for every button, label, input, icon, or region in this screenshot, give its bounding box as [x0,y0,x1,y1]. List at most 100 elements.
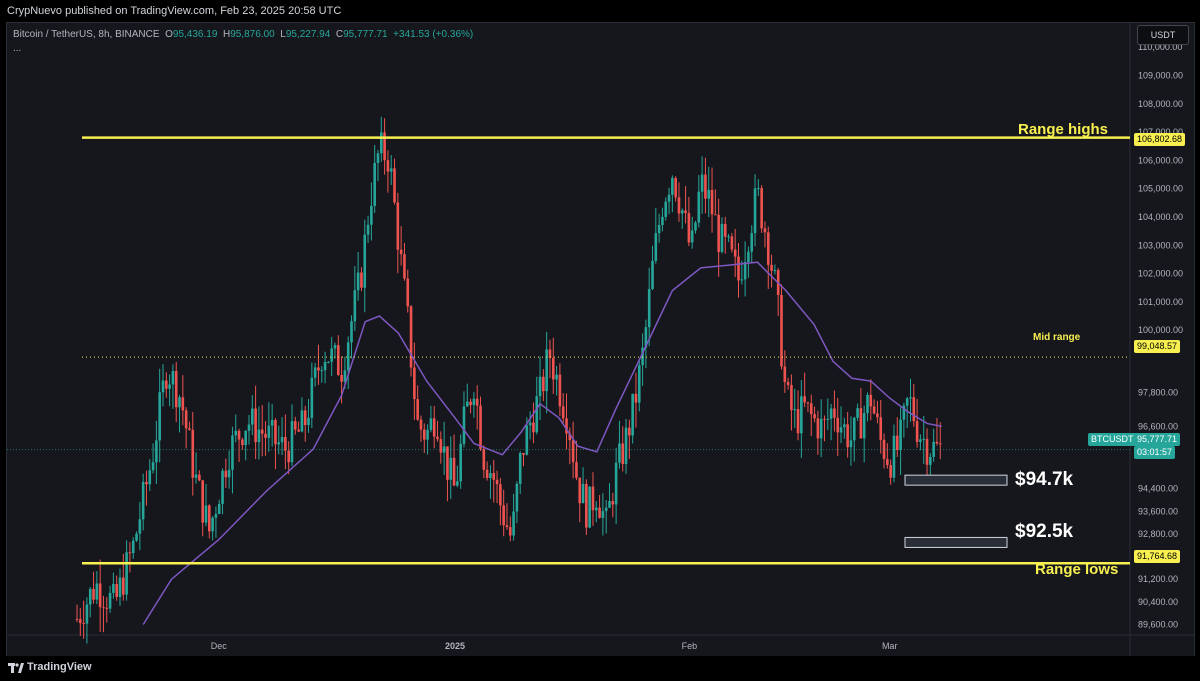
candle-body [105,607,109,609]
candle-body [277,442,281,445]
candle-body [727,236,730,238]
candle-body [532,422,535,433]
range-lows-label: Range lows [1035,561,1119,578]
candle-body [578,477,582,504]
candle-body [816,418,820,439]
candle-body [327,361,330,363]
candle-body [174,371,178,408]
candle-body [859,408,863,439]
candle-body [558,374,562,407]
candle-body [505,525,509,528]
price-tick-label: 93,600.00 [1138,506,1178,516]
candle-body [555,374,558,380]
candle-body [489,473,492,478]
candle-body [82,623,85,625]
candle-body [889,465,892,478]
candle-body [485,469,489,478]
target-92k-label: $92.5k [1015,521,1074,542]
candle-body [664,201,668,217]
candle-body [704,174,707,199]
candle-body [674,178,677,198]
tradingview-brand[interactable]: TradingView [27,661,92,673]
candle-body [422,429,426,440]
candle-body [839,427,843,433]
candle-body [750,233,754,252]
candle-body [257,429,261,443]
mid-range-price-tag: 99,048.57 [1134,340,1181,353]
candle-body [333,345,337,349]
candle-body [436,436,439,440]
candle-body [201,480,204,523]
candle-body [637,365,641,403]
candle-body [115,583,118,597]
candle-body [869,394,873,407]
price-chart[interactable]: 110,000.00109,000.00108,000.00107,000.00… [7,23,1194,656]
candle-body [915,421,919,442]
price-tick-label: 104,000.00 [1138,212,1183,222]
candle-body [125,552,128,595]
candle-body [700,174,704,192]
candle-body [499,484,502,506]
candle-body [98,583,102,608]
price-tick-label: 106,000.00 [1138,155,1183,165]
tradingview-logo-icon[interactable] [8,661,24,675]
candle-body [856,408,859,418]
candle-body [876,413,879,418]
candle-body [399,249,403,255]
candle-body [545,349,548,392]
candle-body [836,417,840,433]
price-tick-label: 109,000.00 [1138,70,1183,80]
candle-body [508,527,512,536]
candle-body [165,380,168,389]
footer: TradingView [0,656,1200,681]
candle-body [112,583,115,593]
candle-body [790,384,793,411]
candle-body [518,453,522,484]
time-tick-label: Dec [211,641,228,651]
candle-body [141,481,145,520]
range-high-price-tag: 106,802.68 [1134,133,1186,146]
candle-body [512,511,515,536]
candle-body [307,417,310,426]
candle-body [449,457,453,480]
candle-body [757,188,760,190]
candle-body [813,414,816,419]
candle-body [714,214,717,216]
low-value: 95,227.94 [285,29,331,40]
candle-body [340,374,343,382]
candle-body [267,425,271,438]
target-box [904,474,1008,486]
candle-body [786,381,790,385]
candle-body [108,592,112,609]
candle-body [396,202,400,250]
candle-body [353,290,357,322]
symbol-name[interactable]: Bitcoin / TetherUS, 8h, BINANCE [13,29,160,40]
open-label: O [165,29,173,40]
candle-body [684,210,687,214]
candle-body [608,501,611,508]
candle-body [151,462,155,471]
candle-body [588,486,591,528]
candle-body [379,132,383,154]
candle-body [244,430,247,446]
candle-body [208,505,211,532]
candle-body [654,233,658,261]
candle-body [829,408,833,419]
candle-body [611,501,615,505]
candle-body [925,438,929,465]
candle-body [254,408,257,443]
candle-body [720,223,724,252]
symbol-legend: Bitcoin / TetherUS, 8h, BINANCE O95,436.… [13,29,473,40]
currency-selector[interactable]: USDT [1137,25,1189,45]
candle-body [237,430,241,440]
candle-body [350,321,353,343]
candle-body [826,418,830,420]
candle-body [819,418,823,439]
candle-body [766,232,770,265]
candle-body [747,251,750,263]
candle-body [538,376,542,397]
candle-body [634,393,638,403]
candle-body [168,384,171,389]
legend-more-button[interactable]: ... [13,43,21,54]
chart-panel[interactable]: 110,000.00109,000.00108,000.00107,000.00… [6,22,1195,657]
